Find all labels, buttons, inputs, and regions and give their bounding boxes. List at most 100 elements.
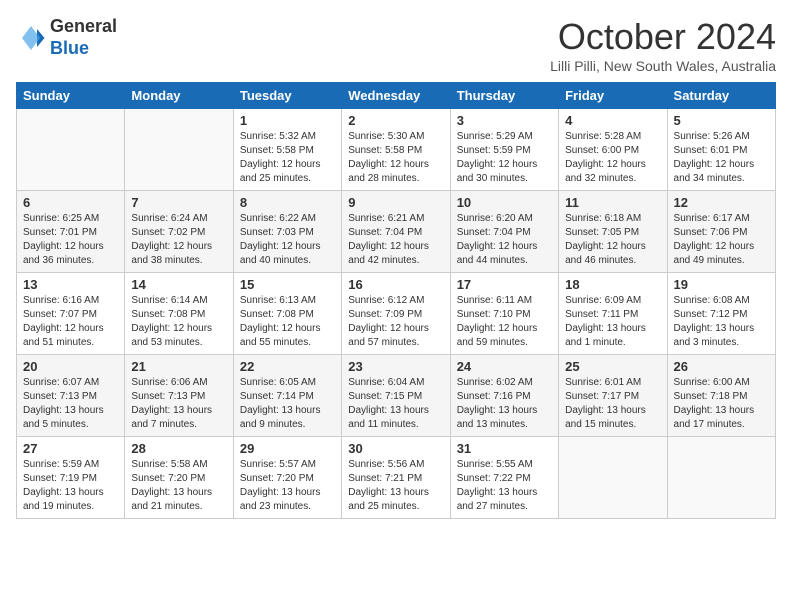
calendar-cell: 20 Sunrise: 6:07 AM Sunset: 7:13 PM Dayli… [17, 355, 125, 437]
day-header-tuesday: Tuesday [233, 83, 341, 109]
calendar-cell: 16 Sunrise: 6:12 AM Sunset: 7:09 PM Dayli… [342, 273, 450, 355]
logo-icon [16, 23, 46, 53]
calendar-cell [559, 437, 667, 519]
day-info: Sunrise: 6:04 AM Sunset: 7:15 PM Dayligh… [348, 376, 443, 432]
calendar-cell [667, 437, 775, 519]
day-number: 21 [131, 359, 226, 374]
day-info: Sunrise: 6:24 AM Sunset: 7:02 PM Dayligh… [131, 212, 226, 268]
day-info: Sunrise: 5:56 AM Sunset: 7:21 PM Dayligh… [348, 458, 443, 514]
page-header: General Blue October 2024 Lilli Pilli, N… [16, 16, 776, 74]
day-header-monday: Monday [125, 83, 233, 109]
day-info: Sunrise: 5:57 AM Sunset: 7:20 PM Dayligh… [240, 458, 335, 514]
days-header-row: SundayMondayTuesdayWednesdayThursdayFrid… [17, 83, 776, 109]
calendar-cell: 11 Sunrise: 6:18 AM Sunset: 7:05 PM Dayli… [559, 191, 667, 273]
calendar-cell: 14Sunrise: 6:14 AM Sunset: 7:08 PM Dayli… [125, 273, 233, 355]
calendar-cell: 2Sunrise: 5:30 AM Sunset: 5:58 PM Daylig… [342, 109, 450, 191]
day-info: Sunrise: 6:13 AM Sunset: 7:08 PM Dayligh… [240, 294, 335, 350]
day-header-sunday: Sunday [17, 83, 125, 109]
day-number: 15 [240, 277, 335, 292]
calendar-cell: 28 Sunrise: 5:58 AM Sunset: 7:20 PM Dayli… [125, 437, 233, 519]
calendar-cell: 29 Sunrise: 5:57 AM Sunset: 7:20 PM Dayli… [233, 437, 341, 519]
day-header-saturday: Saturday [667, 83, 775, 109]
calendar-cell: 24 Sunrise: 6:02 AM Sunset: 7:16 PM Dayli… [450, 355, 558, 437]
logo-text: General Blue [50, 16, 117, 59]
day-info: Sunrise: 6:06 AM Sunset: 7:13 PM Dayligh… [131, 376, 226, 432]
calendar-cell: 8 Sunrise: 6:22 AM Sunset: 7:03 PM Daylig… [233, 191, 341, 273]
day-number: 9 [348, 195, 443, 210]
calendar-week-4: 20 Sunrise: 6:07 AM Sunset: 7:13 PM Dayli… [17, 355, 776, 437]
day-number: 29 [240, 441, 335, 456]
calendar-cell: 17Sunrise: 6:11 AM Sunset: 7:10 PM Dayli… [450, 273, 558, 355]
calendar-cell: 22Sunrise: 6:05 AM Sunset: 7:14 PM Dayli… [233, 355, 341, 437]
location: Lilli Pilli, New South Wales, Australia [550, 58, 776, 74]
day-header-wednesday: Wednesday [342, 83, 450, 109]
day-info: Sunrise: 6:22 AM Sunset: 7:03 PM Dayligh… [240, 212, 335, 268]
day-info: Sunrise: 6:12 AM Sunset: 7:09 PM Dayligh… [348, 294, 443, 350]
day-number: 25 [565, 359, 660, 374]
title-area: October 2024 Lilli Pilli, New South Wale… [550, 16, 776, 74]
day-info: Sunrise: 6:02 AM Sunset: 7:16 PM Dayligh… [457, 376, 552, 432]
calendar-cell: 5Sunrise: 5:26 AM Sunset: 6:01 PM Daylig… [667, 109, 775, 191]
calendar-cell: 30Sunrise: 5:56 AM Sunset: 7:21 PM Dayli… [342, 437, 450, 519]
month-title: October 2024 [550, 16, 776, 58]
day-number: 7 [131, 195, 226, 210]
day-info: Sunrise: 6:07 AM Sunset: 7:13 PM Dayligh… [23, 376, 118, 432]
calendar-week-5: 27 Sunrise: 5:59 AM Sunset: 7:19 PM Dayli… [17, 437, 776, 519]
calendar-cell: 18 Sunrise: 6:09 AM Sunset: 7:11 PM Dayli… [559, 273, 667, 355]
day-number: 8 [240, 195, 335, 210]
calendar-cell: 7 Sunrise: 6:24 AM Sunset: 7:02 PM Daylig… [125, 191, 233, 273]
day-number: 18 [565, 277, 660, 292]
day-info: Sunrise: 6:16 AM Sunset: 7:07 PM Dayligh… [23, 294, 118, 350]
calendar-cell: 15 Sunrise: 6:13 AM Sunset: 7:08 PM Dayli… [233, 273, 341, 355]
day-number: 27 [23, 441, 118, 456]
calendar-cell: 23Sunrise: 6:04 AM Sunset: 7:15 PM Dayli… [342, 355, 450, 437]
day-number: 19 [674, 277, 769, 292]
calendar-cell: 6Sunrise: 6:25 AM Sunset: 7:01 PM Daylig… [17, 191, 125, 273]
calendar-cell: 27 Sunrise: 5:59 AM Sunset: 7:19 PM Dayli… [17, 437, 125, 519]
day-number: 26 [674, 359, 769, 374]
day-info: Sunrise: 6:08 AM Sunset: 7:12 PM Dayligh… [674, 294, 769, 350]
calendar-cell: 31 Sunrise: 5:55 AM Sunset: 7:22 PM Dayli… [450, 437, 558, 519]
day-info: Sunrise: 6:21 AM Sunset: 7:04 PM Dayligh… [348, 212, 443, 268]
calendar-cell [125, 109, 233, 191]
day-number: 16 [348, 277, 443, 292]
day-info: Sunrise: 6:18 AM Sunset: 7:05 PM Dayligh… [565, 212, 660, 268]
day-info: Sunrise: 6:00 AM Sunset: 7:18 PM Dayligh… [674, 376, 769, 432]
day-number: 14 [131, 277, 226, 292]
logo: General Blue [16, 16, 117, 59]
calendar-cell: 9 Sunrise: 6:21 AM Sunset: 7:04 PM Daylig… [342, 191, 450, 273]
day-info: Sunrise: 6:20 AM Sunset: 7:04 PM Dayligh… [457, 212, 552, 268]
day-info: Sunrise: 6:09 AM Sunset: 7:11 PM Dayligh… [565, 294, 660, 350]
calendar-week-2: 6Sunrise: 6:25 AM Sunset: 7:01 PM Daylig… [17, 191, 776, 273]
day-info: Sunrise: 5:58 AM Sunset: 7:20 PM Dayligh… [131, 458, 226, 514]
day-info: Sunrise: 5:26 AM Sunset: 6:01 PM Dayligh… [674, 130, 769, 186]
calendar-week-1: 1Sunrise: 5:32 AM Sunset: 5:58 PM Daylig… [17, 109, 776, 191]
calendar-cell: 10Sunrise: 6:20 AM Sunset: 7:04 PM Dayli… [450, 191, 558, 273]
calendar-cell: 12 Sunrise: 6:17 AM Sunset: 7:06 PM Dayli… [667, 191, 775, 273]
day-info: Sunrise: 6:11 AM Sunset: 7:10 PM Dayligh… [457, 294, 552, 350]
day-number: 24 [457, 359, 552, 374]
day-number: 2 [348, 113, 443, 128]
day-number: 3 [457, 113, 552, 128]
day-number: 20 [23, 359, 118, 374]
calendar-cell: 25 Sunrise: 6:01 AM Sunset: 7:17 PM Dayli… [559, 355, 667, 437]
day-info: Sunrise: 5:28 AM Sunset: 6:00 PM Dayligh… [565, 130, 660, 186]
day-number: 13 [23, 277, 118, 292]
day-info: Sunrise: 5:59 AM Sunset: 7:19 PM Dayligh… [23, 458, 118, 514]
calendar-cell: 13 Sunrise: 6:16 AM Sunset: 7:07 PM Dayli… [17, 273, 125, 355]
calendar-table: SundayMondayTuesdayWednesdayThursdayFrid… [16, 82, 776, 519]
day-number: 12 [674, 195, 769, 210]
day-header-thursday: Thursday [450, 83, 558, 109]
calendar-cell [17, 109, 125, 191]
day-info: Sunrise: 6:05 AM Sunset: 7:14 PM Dayligh… [240, 376, 335, 432]
day-number: 28 [131, 441, 226, 456]
day-info: Sunrise: 6:01 AM Sunset: 7:17 PM Dayligh… [565, 376, 660, 432]
day-header-friday: Friday [559, 83, 667, 109]
day-number: 31 [457, 441, 552, 456]
day-number: 6 [23, 195, 118, 210]
day-info: Sunrise: 5:29 AM Sunset: 5:59 PM Dayligh… [457, 130, 552, 186]
day-info: Sunrise: 5:55 AM Sunset: 7:22 PM Dayligh… [457, 458, 552, 514]
day-info: Sunrise: 6:17 AM Sunset: 7:06 PM Dayligh… [674, 212, 769, 268]
day-number: 11 [565, 195, 660, 210]
calendar-cell: 26 Sunrise: 6:00 AM Sunset: 7:18 PM Dayli… [667, 355, 775, 437]
